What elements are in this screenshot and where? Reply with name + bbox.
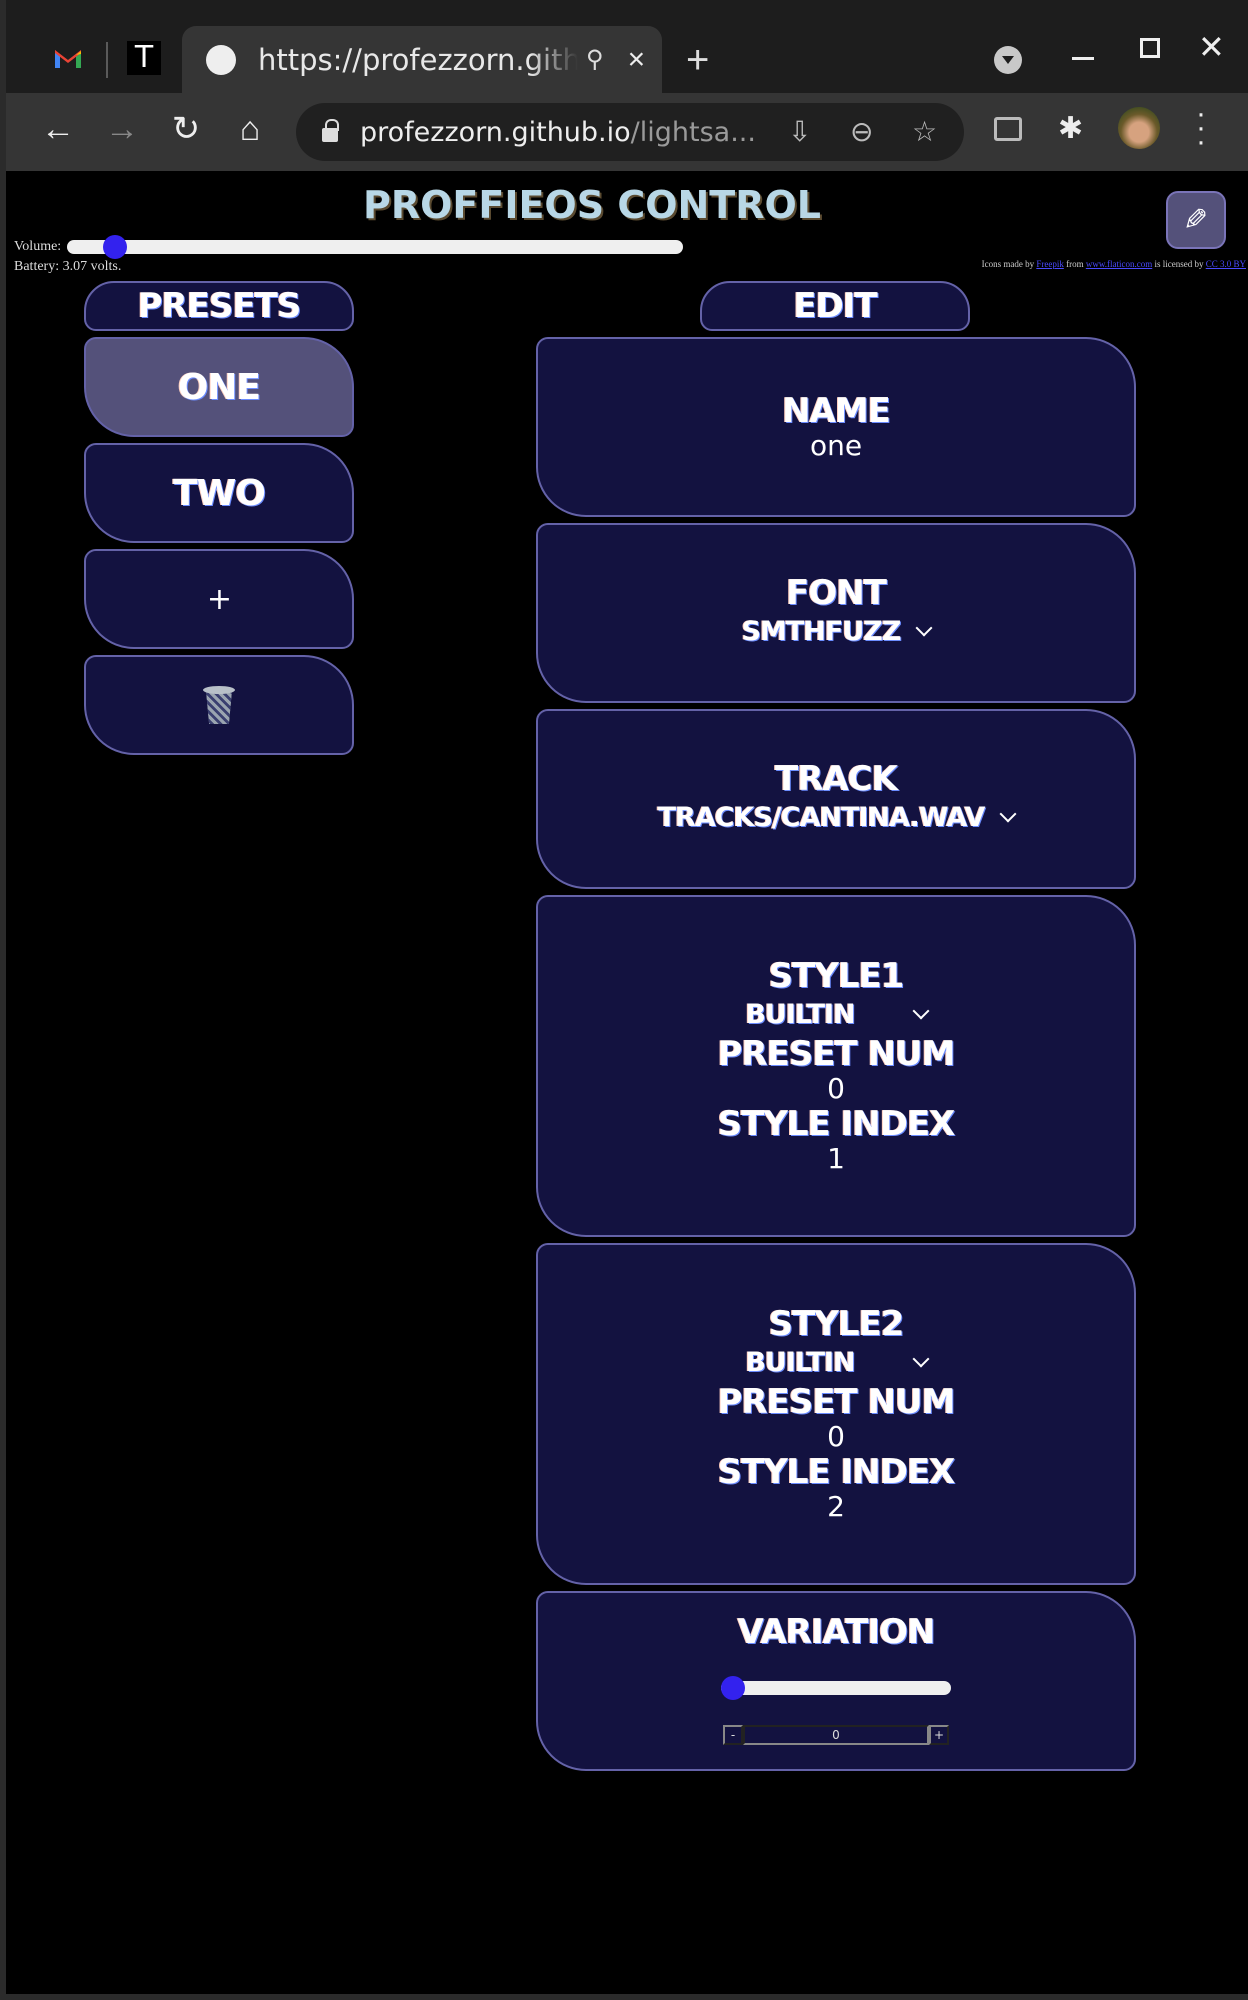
- font-label: Font: [786, 573, 887, 613]
- browser-toolbar: ← → ↻ ⌂ profezzorn.github.io/lightsa... …: [6, 93, 1248, 171]
- gmail-icon: [55, 50, 81, 68]
- track-label: Track: [775, 759, 898, 799]
- delete-preset-button[interactable]: [84, 655, 354, 755]
- style1-type-value: builtin: [745, 999, 855, 1030]
- url-path: /lightsa...: [630, 116, 756, 148]
- chevron-down-icon: [999, 805, 1017, 823]
- track-select-value: tracks/cantina.wav: [657, 802, 986, 833]
- variation-label: Variation: [737, 1612, 935, 1652]
- tab-title: https://profezzorn.github.io/lightsaber-…: [258, 42, 578, 77]
- volume-slider-thumb[interactable]: [102, 235, 127, 259]
- style1-style-index-label: Style Index: [717, 1104, 956, 1144]
- variation-decrement-button[interactable]: -: [723, 1725, 743, 1745]
- style2-type-value: builtin: [745, 1347, 855, 1378]
- active-tab[interactable]: https://profezzorn.github.io/lightsaber-…: [182, 26, 662, 93]
- chevron-down-icon: [915, 619, 933, 637]
- style1-preset-num-label: Preset Num: [717, 1034, 956, 1074]
- style1-label: Style1: [768, 956, 905, 996]
- style2-style-index-label: Style Index: [717, 1452, 956, 1492]
- style1-style-index-value[interactable]: 1: [827, 1143, 845, 1175]
- style1-panel: Style1 builtin Preset Num 0 Style Index …: [536, 895, 1136, 1237]
- battery-status: Battery: 3.07 volts.: [14, 259, 122, 274]
- pencil-icon: ✎: [1183, 203, 1209, 237]
- credits-prefix: Icons made by: [981, 259, 1037, 269]
- flaticon-link[interactable]: www.flaticon.com: [1086, 259, 1152, 269]
- t-logo-icon: T: [127, 41, 161, 75]
- track-select[interactable]: tracks/cantina.wav: [657, 798, 1017, 838]
- address-bar[interactable]: profezzorn.github.io/lightsa... ⇩ ⊖ ☆: [296, 103, 964, 161]
- track-panel: Track tracks/cantina.wav: [536, 709, 1136, 889]
- bookmark-star-icon[interactable]: ☆: [912, 115, 937, 148]
- new-tab-button[interactable]: +: [686, 36, 709, 84]
- usb-icon: ⚲: [586, 46, 604, 73]
- tab-close-icon[interactable]: ×: [628, 43, 646, 77]
- volume-slider[interactable]: [67, 235, 684, 259]
- volume-row: Volume:: [14, 235, 684, 259]
- edit-header: Edit: [700, 281, 970, 331]
- edit-toggle-button[interactable]: ✎: [1166, 191, 1226, 249]
- window-close-icon[interactable]: ✕: [1198, 28, 1225, 66]
- zoom-out-icon[interactable]: ⊖: [850, 115, 873, 148]
- install-icon[interactable]: ⇩: [788, 115, 811, 148]
- globe-icon: [206, 44, 236, 75]
- variation-panel: Variation - 0 +: [536, 1591, 1136, 1771]
- add-preset-button[interactable]: +: [84, 549, 354, 649]
- credits-license-prefix: is licensed by: [1152, 259, 1206, 269]
- tab-separator: [106, 42, 108, 78]
- volume-label: Volume:: [14, 239, 62, 254]
- name-panel: Name one: [536, 337, 1136, 517]
- url-domain: profezzorn.github.io: [360, 116, 631, 148]
- t-site-tab[interactable]: T: [116, 30, 172, 86]
- chevron-down-icon: [912, 1350, 930, 1368]
- back-icon[interactable]: ←: [38, 109, 78, 149]
- tab-cast-icon[interactable]: [994, 117, 1022, 141]
- credits-middle: from: [1063, 259, 1086, 269]
- preset-one-button[interactable]: one: [84, 337, 354, 437]
- trash-icon: [203, 686, 235, 724]
- style2-preset-num-label: Preset Num: [717, 1382, 956, 1422]
- freepik-link[interactable]: Freepik: [1036, 259, 1064, 269]
- style2-type-select[interactable]: builtin: [745, 1343, 930, 1383]
- gmail-tab[interactable]: [40, 30, 96, 86]
- name-label: Name: [782, 391, 891, 431]
- tab-strip: T https://profezzorn.github.io/lightsabe…: [6, 0, 1248, 93]
- style2-panel: Style2 builtin Preset Num 0 Style Index …: [536, 1243, 1136, 1585]
- style2-label: Style2: [768, 1304, 905, 1344]
- address-url: profezzorn.github.io/lightsa...: [360, 117, 756, 148]
- extensions-icon[interactable]: ✱: [1058, 111, 1083, 146]
- tab-search-icon[interactable]: [994, 46, 1022, 74]
- license-link[interactable]: CC 3.0 BY: [1206, 259, 1246, 269]
- variation-slider-thumb[interactable]: [721, 1676, 745, 1700]
- page-content: ProffieOS Control ✎ Volume: Battery: 3.0…: [12, 171, 1248, 1994]
- style2-style-index-value[interactable]: 2: [827, 1491, 845, 1523]
- minimize-icon[interactable]: [1072, 57, 1094, 60]
- chevron-down-icon: [912, 1002, 930, 1020]
- variation-slider[interactable]: [721, 1676, 951, 1700]
- name-value[interactable]: one: [810, 430, 862, 462]
- lock-icon: [322, 119, 339, 142]
- menu-kebab-icon[interactable]: · · ·: [1196, 99, 1206, 157]
- style2-preset-num-value[interactable]: 0: [827, 1421, 845, 1453]
- font-panel: Font smthfuzz: [536, 523, 1136, 703]
- variation-increment-button[interactable]: +: [929, 1725, 949, 1745]
- home-icon[interactable]: ⌂: [230, 109, 270, 149]
- preset-two-button[interactable]: two: [84, 443, 354, 543]
- variation-value-input[interactable]: 0: [743, 1725, 929, 1745]
- profile-avatar[interactable]: [1118, 107, 1160, 149]
- presets-header: Presets: [84, 281, 354, 331]
- forward-icon[interactable]: →: [102, 109, 142, 149]
- page-title: ProffieOS Control: [362, 183, 822, 227]
- reload-icon[interactable]: ↻: [166, 109, 206, 149]
- font-select-value: smthfuzz: [741, 616, 902, 647]
- font-select[interactable]: smthfuzz: [741, 612, 933, 652]
- icon-credits: Icons made by Freepik from www.flaticon.…: [982, 259, 1246, 269]
- style1-type-select[interactable]: builtin: [745, 995, 930, 1035]
- browser-window: T https://profezzorn.github.io/lightsabe…: [0, 0, 1248, 2000]
- variation-stepper: - 0 +: [723, 1725, 949, 1745]
- maximize-icon[interactable]: [1140, 38, 1160, 58]
- style1-preset-num-value[interactable]: 0: [827, 1073, 845, 1105]
